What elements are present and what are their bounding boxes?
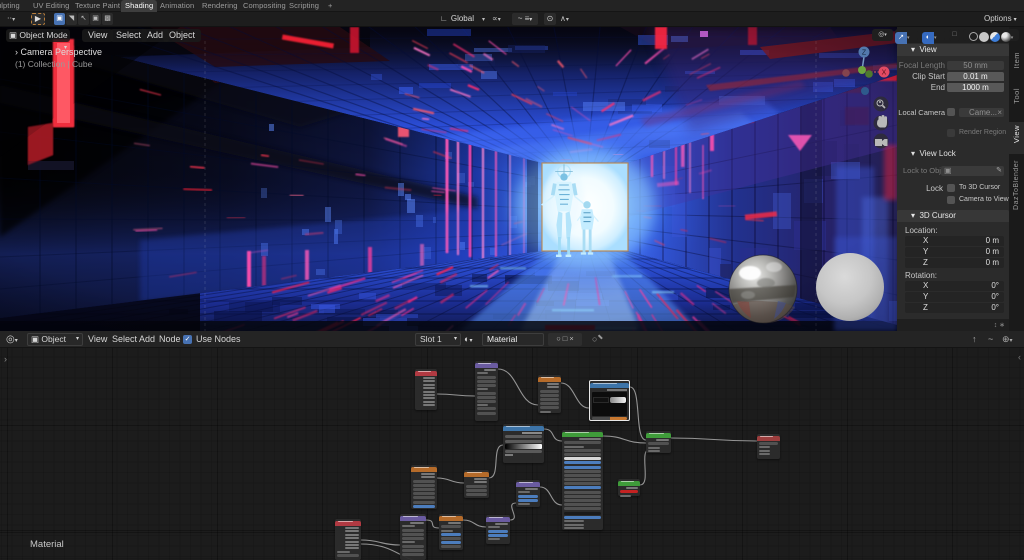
- svg-text:Z: Z: [862, 50, 867, 57]
- svg-text:X: X: [882, 70, 887, 77]
